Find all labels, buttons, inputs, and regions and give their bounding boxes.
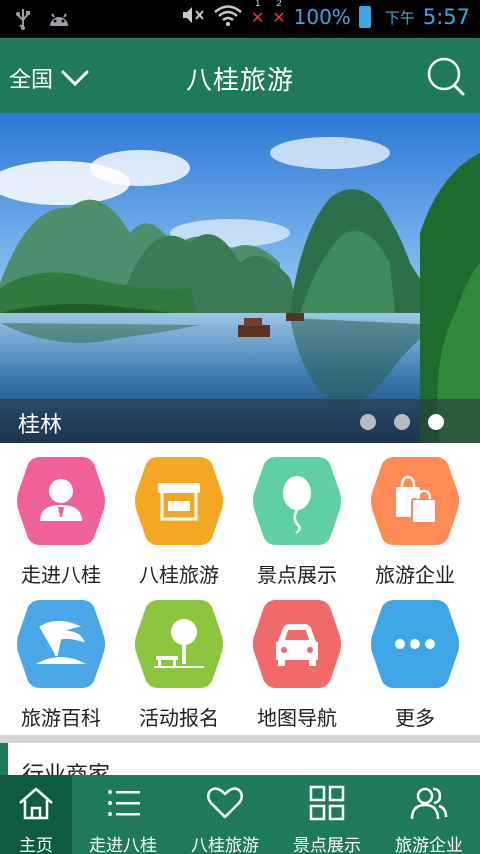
- grid-item-intro[interactable]: 走进八桂: [2, 455, 120, 588]
- grid-item-scenic[interactable]: 景点展示: [238, 455, 356, 588]
- nav-item-tourism[interactable]: 八桂旅游: [174, 775, 276, 854]
- nav-label: 八桂旅游: [191, 836, 259, 854]
- carousel-indicator: [360, 414, 444, 430]
- nav-label: 景点展示: [293, 836, 361, 854]
- grid-item-label: 走进八桂: [21, 563, 101, 587]
- grid-item-label: 旅游百科: [21, 706, 101, 730]
- grid-icon: [309, 785, 345, 821]
- nav-label: 走进八桂: [89, 836, 157, 854]
- grid-item-label: 地图导航: [257, 706, 337, 730]
- list-icon: [108, 790, 140, 816]
- section-divider: [0, 735, 480, 743]
- grid-item-events[interactable]: 活动报名: [120, 598, 238, 731]
- battery-icon: [358, 6, 371, 28]
- grid-item-label: 更多: [395, 706, 435, 730]
- banner-carousel[interactable]: 桂林: [0, 113, 480, 443]
- sim2-no-signal-icon: 2 ✕: [272, 0, 286, 27]
- carousel-dot[interactable]: [360, 414, 376, 430]
- feature-grid: 走进八桂 八桂旅游 景点展示 旅游企业 旅游百科 活动报名 地图导航 更多: [0, 443, 480, 735]
- merchants-section: 行业商家: [0, 743, 480, 775]
- heart-icon: [207, 787, 243, 819]
- sim2-label: 2: [276, 0, 282, 9]
- balloon-icon: [253, 457, 341, 545]
- grid-item-map[interactable]: 地图导航: [238, 598, 356, 731]
- nav-item-scenic[interactable]: 景点展示: [276, 775, 378, 854]
- car-icon: [253, 600, 341, 688]
- grid-item-label: 景点展示: [257, 563, 337, 587]
- carousel-dot-active[interactable]: [428, 414, 444, 430]
- android-icon: [48, 11, 70, 33]
- usb-icon: [14, 8, 32, 36]
- banner-caption: 桂林: [0, 399, 480, 443]
- more-icon: [371, 600, 459, 688]
- grid-item-enterprise[interactable]: 旅游企业: [356, 455, 474, 588]
- home-icon: [19, 787, 53, 820]
- status-ampm: 下午: [384, 8, 415, 27]
- nav-item-home[interactable]: 主页: [0, 775, 72, 854]
- shop-icon: [135, 457, 223, 545]
- battery-percent: 100%: [293, 5, 351, 29]
- shopping-bag-icon: [371, 457, 459, 545]
- carousel-dot[interactable]: [394, 414, 410, 430]
- banner-caption-text: 桂林: [18, 413, 63, 438]
- grid-item-label: 八桂旅游: [139, 563, 219, 587]
- status-time: 5:57: [422, 5, 470, 29]
- person-icon: [17, 457, 105, 545]
- tree-bench-icon: [135, 600, 223, 688]
- app-header: 全国 八桂旅游: [0, 38, 480, 113]
- sim1-no-signal-icon: 1 ✕: [250, 0, 265, 27]
- nav-label: 旅游企业: [395, 836, 463, 854]
- search-icon[interactable]: [426, 56, 468, 98]
- nav-item-enterprise[interactable]: 旅游企业: [378, 775, 480, 854]
- section-title: 行业商家: [22, 757, 110, 775]
- grid-item-encyclopedia[interactable]: 旅游百科: [2, 598, 120, 731]
- sim1-label: 1: [254, 0, 261, 9]
- page-title: 八桂旅游: [185, 66, 294, 96]
- banner-image: [0, 113, 480, 443]
- mute-icon: [181, 4, 205, 30]
- grid-item-tourism[interactable]: 八桂旅游: [120, 455, 238, 588]
- status-bar: 1 ✕ 2 ✕ 100% 下午 5:57: [0, 0, 480, 38]
- palm-island-icon: [17, 600, 105, 688]
- grid-item-label: 旅游企业: [375, 563, 455, 587]
- bottom-nav: 主页 走进八桂 八桂旅游 景点展示 旅游企业: [0, 775, 480, 854]
- nav-item-intro[interactable]: 走进八桂: [72, 775, 174, 854]
- users-icon: [410, 787, 448, 820]
- grid-item-label: 活动报名: [139, 706, 219, 730]
- grid-item-more[interactable]: 更多: [356, 598, 474, 731]
- wifi-icon: [213, 4, 243, 30]
- section-accent-bar: [0, 743, 8, 775]
- nav-label: 主页: [19, 836, 53, 854]
